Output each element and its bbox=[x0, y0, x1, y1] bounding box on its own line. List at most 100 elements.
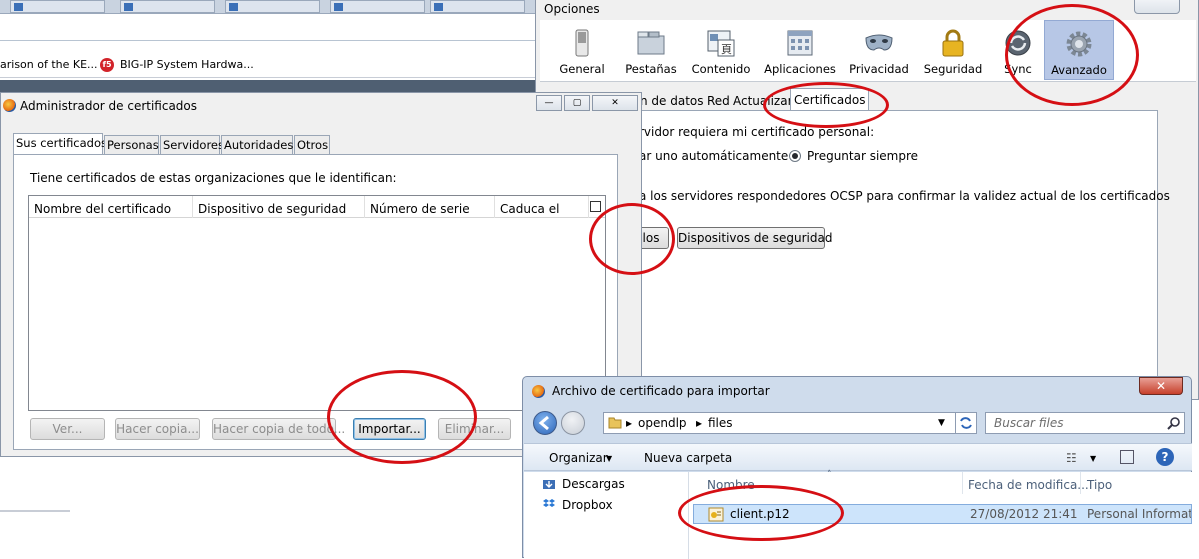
pane-tabs[interactable]: Pestañas bbox=[618, 20, 684, 80]
view-button[interactable]: Ver... bbox=[30, 418, 105, 440]
column-header-serial[interactable]: Número de serie bbox=[365, 196, 495, 218]
view-options-icon[interactable]: ☷ bbox=[1066, 451, 1077, 465]
options-close-button[interactable] bbox=[1134, 0, 1180, 14]
browser-tab[interactable] bbox=[330, 0, 425, 13]
minimize-button[interactable]: — bbox=[536, 95, 562, 111]
backup-button[interactable]: Hacer copia... bbox=[115, 418, 200, 440]
tab-servers[interactable]: Servidores bbox=[160, 135, 224, 155]
browser-tab-strip bbox=[0, 0, 540, 14]
column-header-type[interactable]: Tipo bbox=[1087, 478, 1112, 492]
pane-security[interactable]: Seguridad bbox=[918, 20, 988, 80]
certificates-panel: rvidor requiera mi certificado personal:… bbox=[632, 110, 1170, 400]
chevron-down-icon[interactable]: ▼ bbox=[1090, 454, 1096, 463]
svg-text:頁: 頁 bbox=[721, 43, 732, 56]
refresh-icon bbox=[960, 417, 972, 429]
tab-your-certificates[interactable]: Sus certificados bbox=[13, 133, 107, 155]
tabs-icon bbox=[637, 31, 665, 55]
column-picker-icon[interactable] bbox=[590, 201, 601, 212]
close-button[interactable]: ✕ bbox=[592, 95, 638, 111]
organize-menu[interactable]: Organizar bbox=[549, 451, 608, 465]
close-button[interactable]: ✕ bbox=[1139, 377, 1183, 395]
annotation-circle bbox=[763, 82, 889, 128]
pane-applications[interactable]: Aplicaciones bbox=[758, 20, 842, 80]
annotation-circle bbox=[1005, 4, 1139, 106]
file-type: Personal Informati bbox=[1087, 507, 1191, 521]
column-header-expires[interactable]: Caduca el bbox=[495, 196, 589, 218]
firefox-icon bbox=[3, 99, 16, 112]
breadcrumb-opendlp[interactable]: opendlp bbox=[638, 416, 687, 430]
security-devices-button[interactable]: Dispositivos de seguridad bbox=[677, 227, 832, 249]
ocsp-label: a los servidores respondedores OCSP para… bbox=[639, 189, 1170, 203]
pane-label: Pestañas bbox=[625, 62, 677, 76]
radio-auto-label[interactable]: ar uno automáticamente bbox=[639, 149, 788, 163]
back-arrow-icon bbox=[538, 415, 549, 431]
nav-item-downloads[interactable]: Descargas bbox=[562, 477, 625, 491]
radio-ask-label: Preguntar siempre bbox=[807, 149, 919, 163]
pane-label: Contenido bbox=[691, 62, 751, 76]
pane-label: Seguridad bbox=[923, 62, 983, 76]
back-button[interactable] bbox=[533, 411, 557, 435]
bookmarks-bar: arison of the KE... f5 BIG-IP System Har… bbox=[0, 52, 540, 78]
pane-content[interactable]: 頁 Contenido bbox=[684, 20, 758, 80]
annotation-circle bbox=[678, 485, 844, 541]
new-folder-button[interactable]: Nueva carpeta bbox=[644, 451, 732, 465]
divider bbox=[0, 510, 70, 512]
bookmark-item[interactable]: arison of the KE... bbox=[0, 58, 98, 71]
pane-general[interactable]: General bbox=[546, 20, 618, 80]
search-input[interactable]: Buscar files bbox=[985, 412, 1185, 434]
switch-icon bbox=[575, 29, 589, 57]
column-header-device[interactable]: Dispositivo de seguridad bbox=[193, 196, 365, 218]
preview-pane-icon[interactable] bbox=[1120, 450, 1134, 464]
search-icon bbox=[1167, 416, 1181, 430]
certificates-table[interactable]: Nombre del certificado Dispositivo de se… bbox=[28, 195, 606, 411]
options-window-title: Opciones bbox=[544, 2, 600, 16]
maximize-button[interactable]: ▢ bbox=[564, 95, 590, 111]
cert-manager-title: Administrador de certificados bbox=[20, 99, 198, 113]
column-separator bbox=[1080, 472, 1081, 494]
bookmark-item[interactable]: BIG-IP System Hardwa... bbox=[120, 58, 254, 71]
nav-item-dropbox[interactable]: Dropbox bbox=[562, 498, 613, 512]
folder-icon bbox=[608, 415, 622, 432]
sort-arrow-icon: ˄ bbox=[827, 470, 832, 480]
file-modified: 27/08/2012 21:41 bbox=[970, 507, 1078, 521]
tab-authorities[interactable]: Autoridades bbox=[221, 135, 293, 155]
navigation-pane: Descargas Dropbox bbox=[524, 472, 689, 559]
radio-selected-icon[interactable] bbox=[789, 150, 801, 162]
pane-label: Privacidad bbox=[849, 62, 909, 76]
dropbox-icon bbox=[543, 499, 555, 507]
breadcrumb-separator-icon: ▸ bbox=[626, 416, 633, 430]
pane-label: Aplicaciones bbox=[764, 62, 836, 76]
column-header-modified[interactable]: Fecha de modifica... bbox=[968, 478, 1089, 492]
browser-tab[interactable] bbox=[120, 0, 215, 13]
browser-divider bbox=[0, 40, 540, 41]
browser-tab[interactable] bbox=[225, 0, 320, 13]
tab-people[interactable]: Personas bbox=[104, 135, 159, 155]
browser-tab[interactable] bbox=[10, 0, 105, 13]
tab-data[interactable]: n de datos bbox=[637, 90, 707, 112]
cert-description: Tiene certificados de estas organizacion… bbox=[30, 171, 397, 185]
mask-icon bbox=[865, 34, 893, 51]
help-icon[interactable]: ? bbox=[1156, 448, 1174, 466]
tab-network[interactable]: Red bbox=[704, 90, 733, 112]
file-dialog-title: Archivo de certificado para importar bbox=[552, 384, 770, 398]
breadcrumb-files[interactable]: files bbox=[708, 416, 733, 430]
content-icon: 頁 bbox=[707, 30, 735, 57]
radio-ask-always[interactable]: Preguntar siempre bbox=[789, 149, 918, 163]
refresh-button[interactable] bbox=[955, 412, 977, 434]
tab-others[interactable]: Otros bbox=[294, 135, 330, 155]
command-bar: Organizar ▼ Nueva carpeta ☷ ▼ ? bbox=[524, 443, 1192, 471]
column-header-name[interactable]: Nombre del certificado bbox=[29, 196, 193, 218]
backup-all-button[interactable]: Hacer copia de todo... bbox=[212, 418, 345, 440]
cert-manager-titlebar: Administrador de certificados — ▢ ✕ bbox=[1, 93, 641, 117]
f5-logo-icon: f5 bbox=[100, 58, 114, 72]
browser-tab[interactable] bbox=[430, 0, 525, 13]
chevron-down-icon: ▼ bbox=[606, 454, 613, 463]
padlock-icon bbox=[942, 29, 964, 57]
chevron-down-icon[interactable]: ▼ bbox=[938, 418, 945, 428]
table-header: Nombre del certificado Dispositivo de se… bbox=[29, 196, 605, 218]
pane-privacy[interactable]: Privacidad bbox=[844, 20, 914, 80]
firefox-icon bbox=[532, 385, 545, 398]
address-bar[interactable]: ▸ opendlp ▸ files ▼ bbox=[603, 412, 977, 434]
forward-button[interactable] bbox=[561, 411, 585, 435]
breadcrumb-separator-icon: ▸ bbox=[696, 416, 703, 430]
